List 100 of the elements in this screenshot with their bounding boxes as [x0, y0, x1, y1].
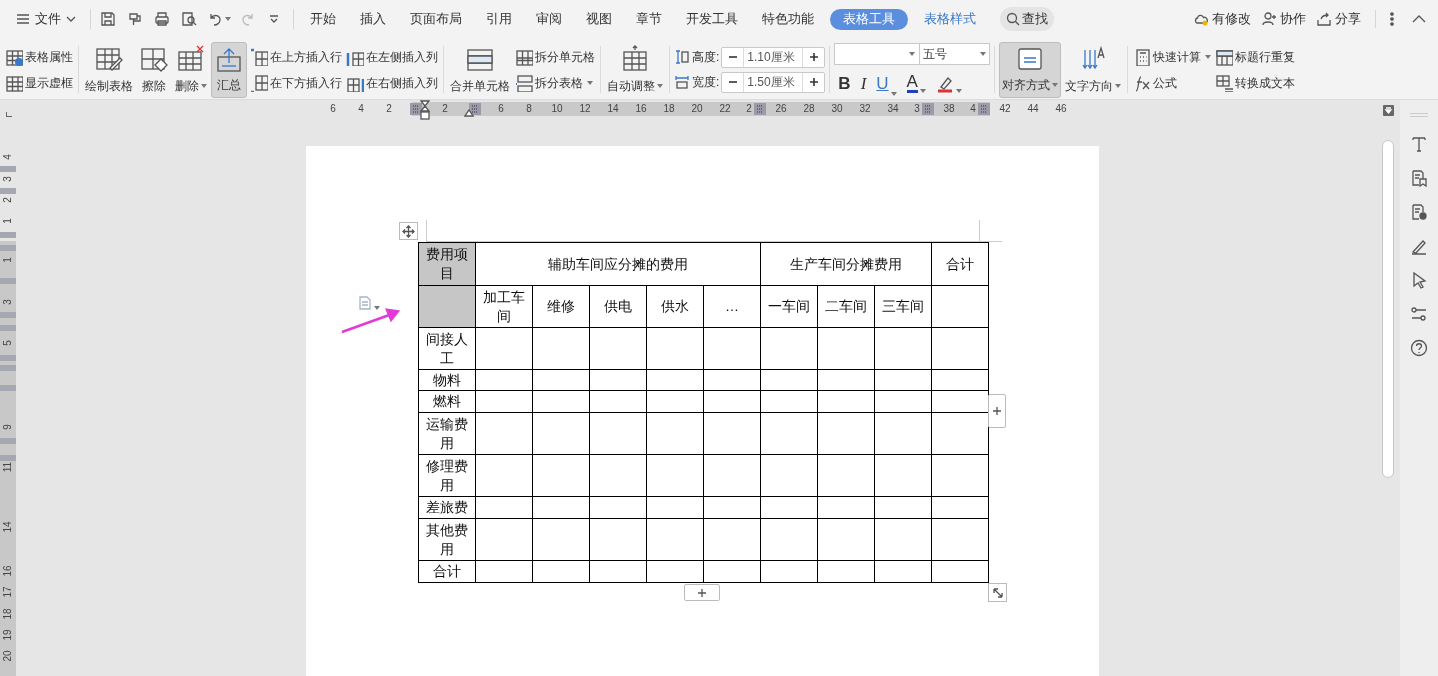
file-menu[interactable]: 文件: [14, 9, 78, 29]
indent-marker-icon[interactable]: [420, 100, 430, 122]
add-row-button[interactable]: [684, 584, 720, 601]
ruler-number: 38: [942, 102, 956, 116]
ribbon-button[interactable]: 标题行重复: [1214, 44, 1297, 69]
ribbon-button[interactable]: 显示虚框: [4, 70, 74, 95]
resize-table-handle[interactable]: [988, 583, 1007, 602]
caret-icon: [909, 51, 916, 56]
ruler-marker[interactable]: [0, 455, 16, 461]
scrollbar-thumb[interactable]: [1382, 140, 1394, 478]
table-cell: …: [703, 285, 761, 328]
table-info-icon: [5, 47, 23, 66]
ribbon-button[interactable]: 公式: [1132, 70, 1213, 95]
column-marker-icon[interactable]: [410, 103, 422, 115]
document-settings-icon[interactable]: [1410, 203, 1428, 221]
menu-tab[interactable]: 开始: [298, 9, 348, 29]
cursor-icon[interactable]: [1410, 271, 1428, 289]
ruler-number: 4: [969, 102, 977, 116]
ribbon-button[interactable]: 快速计算: [1132, 44, 1213, 69]
ribbon-button[interactable]: 删除: [173, 41, 209, 98]
menu-tab[interactable]: 特色功能: [750, 9, 826, 29]
ribbon-button[interactable]: 在下方插入行: [249, 70, 343, 95]
ribbon-button[interactable]: 转换成文本: [1214, 70, 1297, 95]
more-vertical-icon[interactable]: [1390, 12, 1394, 26]
ruler-number: 11: [2, 460, 14, 475]
save-icon[interactable]: [100, 11, 116, 27]
sliders-icon[interactable]: [1410, 305, 1428, 323]
toolbar-button[interactable]: 分享: [1316, 9, 1361, 29]
font-name-field[interactable]: [834, 42, 921, 65]
ruler-marker[interactable]: [0, 312, 16, 318]
move-table-handle[interactable]: [399, 222, 418, 240]
ruler-marker[interactable]: [0, 278, 16, 284]
plus-icon[interactable]: [808, 77, 819, 87]
column-marker-icon[interactable]: [922, 103, 934, 115]
table-cell: [532, 454, 590, 497]
ruler-marker[interactable]: [0, 245, 16, 251]
toolbar-button[interactable]: 有修改: [1193, 9, 1251, 29]
indent-marker-icon[interactable]: [464, 109, 474, 117]
ribbon-button[interactable]: 自动调整: [605, 41, 665, 98]
ribbon-button[interactable]: 表格属性: [4, 44, 74, 69]
ruler-number: 42: [998, 102, 1012, 116]
ruler-marker[interactable]: [0, 166, 16, 172]
underline-button[interactable]: U: [876, 70, 897, 97]
text-icon[interactable]: [1410, 135, 1428, 153]
ruler-marker[interactable]: [0, 355, 16, 361]
number-spinner[interactable]: 1.10厘米: [721, 46, 826, 68]
font-color-button[interactable]: A: [906, 74, 926, 93]
ribbon-button[interactable]: 在左侧插入列: [345, 44, 439, 69]
ruler-number: 22: [718, 102, 732, 116]
ribbon-button[interactable]: 对齐方式: [999, 41, 1062, 98]
search-icon: [1006, 12, 1020, 26]
paste-options-button[interactable]: [358, 296, 380, 310]
print-preview-icon[interactable]: [181, 11, 197, 27]
ruler-marker[interactable]: [0, 385, 16, 391]
menu-tab[interactable]: 审阅: [524, 9, 574, 29]
menu-tab[interactable]: 视图: [574, 9, 624, 29]
ruler-number: 6: [497, 102, 505, 116]
ribbon-button[interactable]: 在右侧插入列: [345, 70, 439, 95]
column-marker-icon[interactable]: [978, 103, 990, 115]
collapse-icon[interactable]: [1412, 15, 1426, 23]
column-marker-icon[interactable]: [754, 103, 766, 115]
menu-tab[interactable]: 插入: [348, 9, 398, 29]
more-icon[interactable]: [269, 15, 279, 23]
ribbon-button[interactable]: 擦除: [137, 41, 171, 98]
add-column-button[interactable]: [988, 394, 1006, 428]
column-marker-icon[interactable]: [469, 103, 481, 115]
ruler-marker[interactable]: [0, 438, 16, 444]
ribbon-button[interactable]: 文字方向: [1063, 41, 1124, 98]
search-button[interactable]: 查找: [1000, 7, 1054, 31]
bold-button[interactable]: B: [838, 70, 851, 97]
ribbon-button[interactable]: 合并单元格: [448, 41, 512, 98]
table-cell: [703, 327, 761, 370]
menu-tab[interactable]: 章节: [624, 9, 674, 29]
plus-icon[interactable]: [808, 52, 819, 62]
toolbar-button[interactable]: 协作: [1261, 9, 1306, 29]
help-icon[interactable]: [1410, 339, 1428, 357]
ruler-marker[interactable]: [0, 232, 16, 238]
document-bookmark-icon[interactable]: [1410, 169, 1428, 187]
ribbon-button[interactable]: 拆分表格: [514, 70, 596, 95]
menu-tab[interactable]: 引用: [474, 9, 524, 29]
menu-tab[interactable]: 表格样式: [912, 9, 988, 29]
print-icon[interactable]: [154, 11, 170, 27]
ribbon-button[interactable]: 绘制表格: [83, 41, 135, 98]
ruler-marker[interactable]: [0, 325, 16, 331]
tab-stop-icon[interactable]: [6, 112, 12, 117]
undo-button[interactable]: [207, 11, 231, 27]
menu-tab[interactable]: 开发工具: [674, 9, 750, 29]
italic-button[interactable]: I: [860, 70, 867, 97]
format-painter-icon[interactable]: [127, 11, 143, 27]
menu-tab[interactable]: 页面布局: [398, 9, 474, 29]
number-spinner[interactable]: 1.50厘米: [721, 71, 826, 93]
table-cell: [589, 454, 647, 497]
ribbon-button[interactable]: 拆分单元格: [514, 44, 596, 69]
scroll-top-icon[interactable]: [1383, 105, 1394, 116]
table-cell: [817, 518, 875, 561]
ribbon-button[interactable]: 汇总: [211, 41, 247, 98]
ruler-marker[interactable]: [0, 365, 16, 371]
ruler-marker[interactable]: [0, 188, 16, 194]
font-size-field[interactable]: 五号: [920, 42, 991, 65]
ribbon-button[interactable]: 在上方插入行: [249, 44, 343, 69]
